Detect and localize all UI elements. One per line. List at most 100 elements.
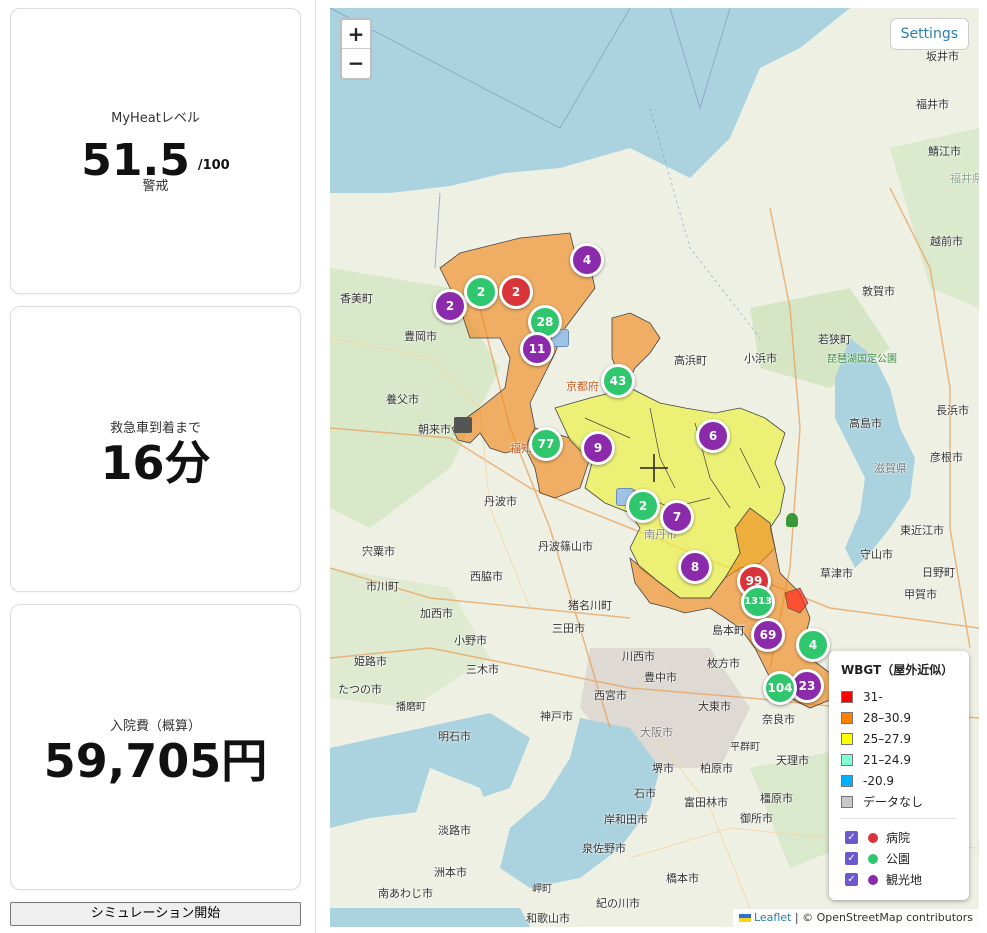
legend-swatch — [841, 774, 853, 787]
poi-cluster-marker[interactable]: 2 — [433, 289, 467, 323]
map-label: 御所市 — [740, 812, 773, 825]
legend-swatch — [841, 732, 853, 745]
layer-toggle-hospital[interactable]: ✓ 病院 — [841, 827, 957, 848]
panel-divider — [315, 0, 316, 933]
map-label: 三木市 — [466, 663, 499, 676]
park-dot-icon — [868, 853, 878, 864]
map-label: 市川町 — [366, 580, 399, 593]
legend-swatch — [841, 753, 853, 766]
heat-level-status: 警戒 — [142, 179, 169, 194]
hospital-cost-card: 入院費（概算） 59,705円 — [10, 604, 301, 890]
map-label: 福井市 — [916, 98, 949, 111]
heat-level-unit: /100 — [197, 158, 230, 173]
map-label: 柏原市 — [700, 762, 733, 775]
legend-title: WBGT（屋外近似） — [841, 663, 954, 677]
map-label: 天理市 — [776, 754, 809, 767]
map-label: 丹波市 — [484, 495, 517, 508]
poi-cluster-marker[interactable]: 1313 — [741, 585, 775, 619]
map-label: 大阪市 — [640, 726, 673, 739]
map-label: 鯖江市 — [928, 145, 961, 158]
poi-cluster-marker[interactable]: 6 — [696, 419, 730, 453]
legend-swatch — [841, 711, 853, 724]
map-label: 平群町 — [730, 742, 760, 753]
poi-cluster-marker[interactable]: 104 — [763, 671, 797, 705]
legend-range-label: データなし — [863, 795, 924, 809]
map-label: 和歌山市 — [526, 912, 570, 925]
poi-cluster-marker[interactable]: 7 — [660, 500, 694, 534]
map-label: 川西市 — [622, 650, 655, 663]
map-label: 高島市 — [849, 417, 882, 430]
legend-range-label: 25–27.9 — [863, 731, 911, 746]
map-label: 東近江市 — [900, 524, 944, 537]
map-label: 甲賀市 — [904, 588, 937, 601]
tree-poi-icon[interactable] — [786, 513, 798, 527]
map-label: たつの市 — [338, 683, 382, 696]
poi-cluster-marker[interactable]: 2 — [499, 275, 533, 309]
simulation-start-button[interactable]: シミュレーション開始 — [10, 902, 301, 926]
legend-range-label: 31- — [863, 689, 883, 704]
map-label: 西脇市 — [470, 570, 503, 583]
map-label: 守山市 — [860, 548, 893, 561]
map-label: 枚方市 — [707, 657, 740, 670]
poi-cluster-marker[interactable]: 9 — [581, 431, 615, 465]
map-label: 大東市 — [698, 700, 731, 713]
map-label: 養父市 — [386, 393, 419, 406]
poi-cluster-marker[interactable]: 4 — [796, 628, 830, 662]
zoom-in-button[interactable]: + — [342, 20, 370, 49]
poi-cluster-marker[interactable]: 43 — [601, 364, 635, 398]
hospital-dot-icon — [868, 832, 878, 843]
sightseeing-dot-icon — [868, 874, 878, 885]
checkbox-checked-icon[interactable]: ✓ — [845, 852, 858, 865]
legend-range: 28–30.9 — [841, 707, 957, 728]
layer-toggle-park[interactable]: ✓ 公園 — [841, 848, 957, 869]
checkbox-checked-icon[interactable]: ✓ — [845, 831, 858, 844]
map-label: 坂井市 — [926, 50, 959, 63]
map-label: 福井県 — [950, 172, 979, 185]
poi-cluster-marker[interactable]: 2 — [464, 275, 498, 309]
legend-range: 25–27.9 — [841, 728, 957, 749]
poi-cluster-marker[interactable]: 4 — [570, 243, 604, 277]
building-poi-icon[interactable] — [454, 417, 472, 433]
map-label: 富田林市 — [684, 796, 728, 809]
legend-range: -20.9 — [841, 770, 957, 791]
map-view[interactable]: 坂井市 福井市 鯖江市 福井県 越前市 敦賀市 香美町 豊岡市 高浜町 小浜市 … — [330, 8, 979, 927]
poi-cluster-marker[interactable]: 8 — [678, 550, 712, 584]
map-label: 奈良市 — [762, 713, 795, 726]
poi-cluster-marker[interactable]: 77 — [529, 427, 563, 461]
map-label: 小野市 — [454, 634, 487, 647]
map-label: 岬町 — [532, 884, 552, 895]
wbgt-legend: WBGT（屋外近似） 31- 28–30.9 25–27.9 21–24.9 -… — [829, 651, 969, 900]
layer-label: 観光地 — [886, 873, 923, 887]
legend-separator — [841, 818, 957, 819]
poi-cluster-marker[interactable]: 2 — [626, 489, 660, 523]
map-label: 丹波篠山市 — [538, 540, 593, 553]
map-label: 橿原市 — [760, 792, 793, 805]
map-label: 岸和田市 — [604, 813, 648, 826]
layer-label: 公園 — [886, 852, 911, 866]
layer-toggle-sightseeing[interactable]: ✓ 観光地 — [841, 869, 957, 890]
map-label: 洲本市 — [434, 866, 467, 879]
legend-range-label: 28–30.9 — [863, 710, 911, 725]
legend-swatch — [841, 795, 853, 808]
poi-cluster-marker[interactable]: 69 — [751, 618, 785, 652]
poi-cluster-marker[interactable]: 11 — [520, 332, 554, 366]
map-label: 三田市 — [552, 622, 585, 635]
map-label: 島本町 — [712, 624, 745, 637]
map-label: 南あわじ市 — [378, 887, 433, 900]
settings-button[interactable]: Settings — [889, 18, 969, 50]
map-label: 姫路市 — [354, 655, 387, 668]
map-label: 加西市 — [420, 607, 453, 620]
osm-attribution-text: | © OpenStreetMap contributors — [794, 911, 973, 924]
map-label: 滋賀県 — [874, 462, 907, 475]
zoom-out-button[interactable]: − — [342, 49, 370, 78]
map-label: 泉佐野市 — [582, 842, 626, 855]
leaflet-link[interactable]: Leaflet — [754, 911, 791, 924]
map-label: 石市 — [634, 787, 656, 800]
map-label: 西宮市 — [594, 689, 627, 702]
checkbox-checked-icon[interactable]: ✓ — [845, 873, 858, 886]
map-label: 若狭町 — [818, 333, 851, 346]
map-label: 彦根市 — [930, 451, 963, 464]
hospital-cost-label: 入院費（概算） — [109, 719, 201, 734]
legend-range-label: -20.9 — [863, 773, 895, 788]
legend-range-label: 21–24.9 — [863, 752, 911, 767]
